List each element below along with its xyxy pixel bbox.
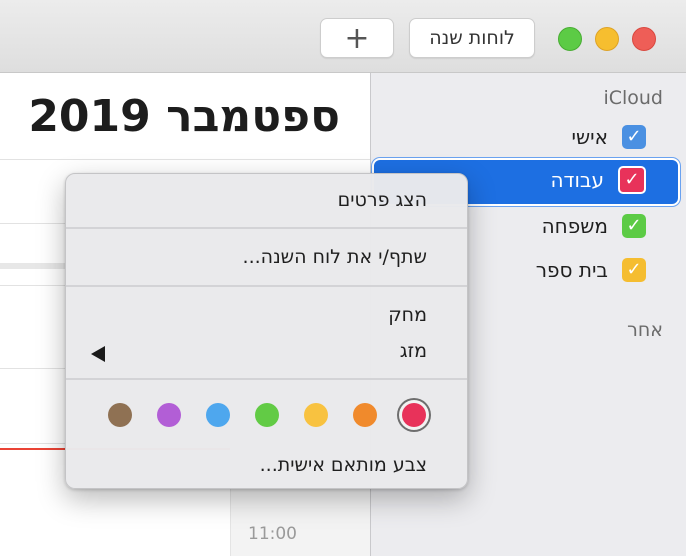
color-swatch-red[interactable] (402, 403, 426, 427)
calendar-window: לוחות שנה + ספטמבר 2019 11:00 iCloud אחר… (0, 0, 686, 556)
color-swatch-green[interactable] (255, 403, 279, 427)
calendar-item-school[interactable]: ✓ בית ספר (446, 252, 646, 288)
color-swatch-yellow[interactable] (304, 403, 328, 427)
color-swatch-purple[interactable] (157, 403, 181, 427)
calendar-item-work[interactable]: ✓ עבודה (446, 162, 646, 198)
calendar-item-personal[interactable]: ✓ אישי (446, 119, 646, 155)
color-swatch-brown[interactable] (108, 403, 132, 427)
menu-item-show-details[interactable]: הצג פרטים (338, 189, 427, 211)
calendar-context-menu: הצג פרטים שתף/י את לוח השנה... מחק מזג צ… (65, 173, 468, 489)
menu-item-custom-color[interactable]: צבע מותאם אישית... (260, 454, 427, 476)
calendar-item-label: עבודה (550, 168, 604, 192)
menu-separator (66, 227, 467, 229)
calendar-item-family[interactable]: ✓ משפחה (446, 208, 646, 244)
checkbox-checked-icon[interactable]: ✓ (622, 258, 646, 282)
toolbar: לוחות שנה + (0, 0, 686, 73)
time-label: 11:00 (248, 524, 297, 544)
submenu-arrow-icon (91, 346, 105, 362)
add-event-button[interactable]: + (320, 18, 394, 58)
calendar-item-label: בית ספר (535, 258, 608, 282)
menu-item-merge[interactable]: מזג (400, 340, 427, 362)
month-title: ספטמבר 2019 (28, 91, 340, 142)
other-heading: אחר (627, 319, 663, 341)
menu-separator (66, 378, 467, 380)
minimize-window-button[interactable] (595, 27, 619, 51)
color-swatch-blue[interactable] (206, 403, 230, 427)
menu-separator (66, 285, 467, 287)
calendar-item-label: אישי (571, 125, 608, 149)
account-heading: iCloud (603, 87, 663, 109)
menu-item-share[interactable]: שתף/י את לוח השנה... (243, 246, 427, 268)
zoom-window-button[interactable] (558, 27, 582, 51)
calendar-item-label: משפחה (541, 214, 608, 238)
color-swatch-orange[interactable] (353, 403, 377, 427)
calendars-button[interactable]: לוחות שנה (409, 18, 535, 58)
checkbox-checked-icon[interactable]: ✓ (622, 214, 646, 238)
divider (0, 159, 370, 160)
menu-item-delete[interactable]: מחק (388, 304, 427, 326)
checkbox-checked-icon[interactable]: ✓ (618, 166, 646, 194)
close-window-button[interactable] (632, 27, 656, 51)
plus-icon: + (344, 20, 370, 56)
checkbox-checked-icon[interactable]: ✓ (622, 125, 646, 149)
